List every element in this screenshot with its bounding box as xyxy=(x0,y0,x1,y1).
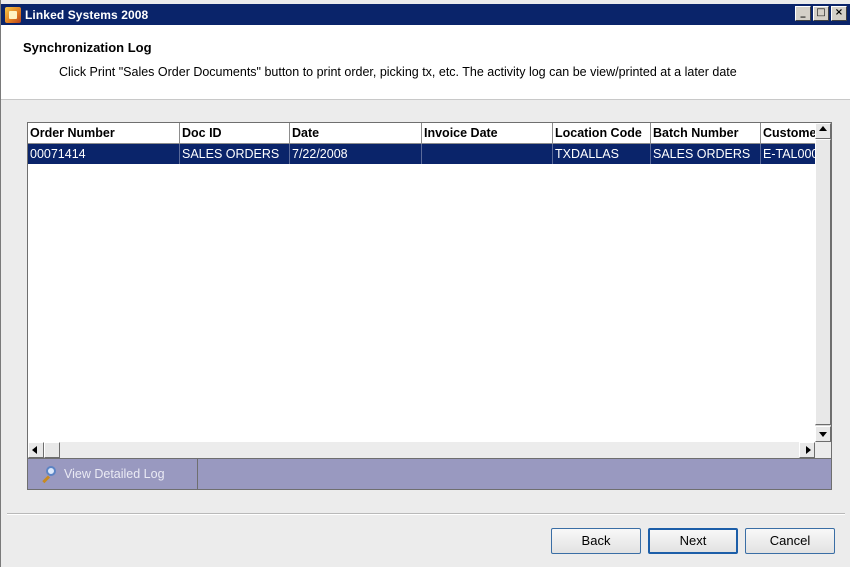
minimize-button[interactable]: _ xyxy=(795,6,811,21)
column-header-order-number[interactable]: Order Number xyxy=(28,123,180,144)
wizard-header: Synchronization Log Click Print "Sales O… xyxy=(1,25,850,100)
title-bar[interactable]: Linked Systems 2008 _ □ × xyxy=(1,4,850,25)
next-button[interactable]: Next xyxy=(648,528,738,554)
horizontal-scroll-thumb[interactable] xyxy=(44,442,60,458)
view-detailed-log-label: View Detailed Log xyxy=(64,467,165,481)
sync-log-grid: Order Number Doc ID Date Invoice Date Lo… xyxy=(27,122,832,490)
scroll-right-icon[interactable] xyxy=(799,442,815,458)
back-button[interactable]: Back xyxy=(551,528,641,554)
cell-invoice-date xyxy=(422,144,553,164)
cell-customer: E-TAL000 xyxy=(761,144,817,164)
footer-divider xyxy=(7,513,845,515)
close-button[interactable]: × xyxy=(831,6,847,21)
page-description: Click Print "Sales Order Documents" butt… xyxy=(59,65,737,79)
column-header-location-code[interactable]: Location Code xyxy=(553,123,651,144)
page-title: Synchronization Log xyxy=(23,40,152,55)
cell-batch-number: SALES ORDERS xyxy=(651,144,761,164)
grid-header: Order Number Doc ID Date Invoice Date Lo… xyxy=(28,123,817,144)
horizontal-scrollbar[interactable] xyxy=(28,442,831,458)
scroll-down-icon[interactable] xyxy=(815,426,831,442)
window-title: Linked Systems 2008 xyxy=(25,7,149,22)
vertical-scroll-thumb[interactable] xyxy=(815,139,831,425)
column-header-date[interactable]: Date xyxy=(290,123,422,144)
table-row[interactable]: 00071414 SALES ORDERS 7/22/2008 TXDALLAS… xyxy=(28,144,817,164)
scroll-left-icon[interactable] xyxy=(28,442,44,458)
cell-order-number: 00071414 xyxy=(28,144,180,164)
grid-toolbar: View Detailed Log xyxy=(28,458,831,489)
column-header-customer[interactable]: Custome xyxy=(761,123,817,144)
cell-date: 7/22/2008 xyxy=(290,144,422,164)
cell-location-code: TXDALLAS xyxy=(553,144,651,164)
column-header-invoice-date[interactable]: Invoice Date xyxy=(422,123,553,144)
app-icon xyxy=(5,6,21,23)
maximize-button[interactable]: □ xyxy=(813,6,829,21)
view-detailed-log-button[interactable]: View Detailed Log xyxy=(28,459,198,489)
cell-doc-id: SALES ORDERS xyxy=(180,144,290,164)
scroll-up-icon[interactable] xyxy=(815,123,831,139)
cancel-button[interactable]: Cancel xyxy=(745,528,835,554)
column-header-batch-number[interactable]: Batch Number xyxy=(651,123,761,144)
vertical-scrollbar[interactable] xyxy=(815,123,831,442)
column-header-doc-id[interactable]: Doc ID xyxy=(180,123,290,144)
magnifier-icon xyxy=(40,465,58,484)
window-controls: _ □ × xyxy=(795,6,847,21)
sync-wizard-window: Linked Systems 2008 _ □ × Synchronizatio… xyxy=(0,0,850,567)
